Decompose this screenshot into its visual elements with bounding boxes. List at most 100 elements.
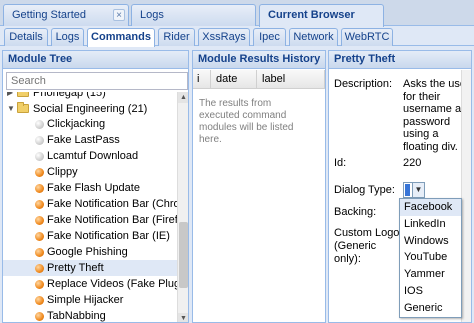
column-header-id[interactable]: i bbox=[193, 70, 211, 89]
tree-label: Fake Notification Bar (IE) bbox=[47, 230, 170, 242]
tree-scrollbar[interactable]: ▲ ▼ bbox=[177, 92, 188, 322]
tree-label: Simple Hijacker bbox=[47, 294, 124, 306]
subtab-webrtc[interactable]: WebRTC bbox=[341, 28, 393, 46]
tree-label: Clickjacking bbox=[47, 118, 106, 130]
dialog-type-select[interactable]: ▼ bbox=[403, 182, 425, 198]
tree-module-item[interactable]: Lcamtuf Download bbox=[3, 148, 177, 164]
folder-icon bbox=[17, 92, 29, 97]
select-caret bbox=[405, 184, 410, 196]
tree-folder-phonegap[interactable]: ▶ Phonegap (15) bbox=[3, 92, 177, 101]
dropdown-option[interactable]: IOS bbox=[400, 283, 461, 300]
details-scrollbar[interactable] bbox=[461, 70, 471, 322]
tree-label: Fake Notification Bar (Firefox) bbox=[47, 214, 177, 226]
module-status-orange-icon bbox=[35, 248, 44, 257]
scroll-down-icon[interactable]: ▼ bbox=[178, 313, 188, 322]
results-title: Module Results History bbox=[193, 51, 325, 69]
module-details-title: Pretty Theft bbox=[329, 51, 471, 69]
subtab-ipec[interactable]: Ipec bbox=[253, 28, 286, 46]
subtab-commands-label: Commands bbox=[91, 31, 151, 43]
description-label: Description: bbox=[334, 78, 393, 90]
subtab-rider[interactable]: Rider bbox=[158, 28, 195, 46]
tree-label: Fake LastPass bbox=[47, 134, 120, 146]
results-grid-header: i date label bbox=[193, 70, 325, 89]
search-input[interactable] bbox=[6, 72, 188, 90]
backing-label: Backing: bbox=[334, 206, 377, 218]
tab-current-browser[interactable]: Current Browser bbox=[259, 4, 384, 27]
column-header-label[interactable]: label bbox=[257, 70, 325, 89]
dropdown-option[interactable]: Generic bbox=[400, 300, 461, 317]
subtab-ipec-label: Ipec bbox=[259, 31, 280, 43]
tree-module-item[interactable]: Fake Notification Bar (Firefox) bbox=[3, 212, 177, 228]
tree-module-item[interactable]: Fake LastPass bbox=[3, 132, 177, 148]
dialog-type-dropdown: Facebook LinkedIn Windows YouTube Yammer… bbox=[399, 198, 462, 318]
tab-logs[interactable]: Logs bbox=[131, 4, 256, 26]
subtab-rider-label: Rider bbox=[163, 31, 190, 43]
tree-module-item[interactable]: Clippy bbox=[3, 164, 177, 180]
close-icon[interactable]: × bbox=[113, 9, 125, 21]
module-tree-title: Module Tree bbox=[3, 51, 188, 69]
tree-module-item[interactable]: Fake Notification Bar (IE) bbox=[3, 228, 177, 244]
module-tree-panel: Module Tree ▶ Phonegap (15) ▼ Social Eng… bbox=[2, 50, 189, 323]
tree-module-item[interactable]: Google Phishing bbox=[3, 244, 177, 260]
tree-label: Clippy bbox=[47, 166, 78, 178]
tree-label: Social Engineering (21) bbox=[33, 103, 148, 115]
tree-folder-social-engineering[interactable]: ▼ Social Engineering (21) bbox=[3, 101, 177, 117]
module-status-orange-icon bbox=[35, 312, 44, 321]
module-status-orange-icon bbox=[35, 168, 44, 177]
subtab-xssrays[interactable]: XssRays bbox=[198, 28, 250, 46]
subtab-network-label: Network bbox=[293, 31, 334, 43]
tree-label: Replace Videos (Fake Plugin) bbox=[47, 278, 177, 290]
subtab-network[interactable]: Network bbox=[289, 28, 338, 46]
module-status-orange-icon bbox=[35, 296, 44, 305]
tree-label: Phonegap (15) bbox=[33, 92, 106, 99]
dialog-type-label: Dialog Type: bbox=[334, 184, 395, 196]
module-status-orange-icon bbox=[35, 216, 44, 225]
dropdown-option[interactable]: YouTube bbox=[400, 249, 461, 266]
sub-tab-bar: Details Logs Commands Rider XssRays Ipec… bbox=[0, 27, 474, 47]
module-status-orange-icon bbox=[35, 280, 44, 289]
subtab-logs[interactable]: Logs bbox=[51, 28, 84, 46]
results-empty-message: The results from executed command module… bbox=[199, 98, 294, 145]
module-status-gray-icon bbox=[35, 136, 44, 145]
tree-module-item[interactable]: Fake Flash Update bbox=[3, 180, 177, 196]
tab-getting-started-label: Getting Started bbox=[12, 9, 86, 21]
chevron-down-icon[interactable]: ▼ bbox=[412, 183, 424, 197]
tab-current-browser-label: Current Browser bbox=[268, 9, 355, 21]
dropdown-option[interactable]: Yammer bbox=[400, 266, 461, 283]
tab-logs-label: Logs bbox=[140, 9, 164, 21]
subtab-xssrays-label: XssRays bbox=[202, 31, 246, 43]
tree-label: Fake Notification Bar (Chrome) bbox=[47, 198, 177, 210]
dropdown-option[interactable]: LinkedIn bbox=[400, 216, 461, 233]
module-status-orange-icon bbox=[35, 200, 44, 209]
subtab-details[interactable]: Details bbox=[4, 28, 48, 46]
tree-label: TabNabbing bbox=[47, 310, 106, 322]
dropdown-option[interactable]: Facebook bbox=[400, 199, 461, 216]
custom-logo-label: Custom Logo (Generic only): bbox=[334, 227, 400, 265]
column-header-date[interactable]: date bbox=[211, 70, 257, 89]
collapse-icon[interactable]: ▼ bbox=[7, 105, 15, 113]
scroll-thumb[interactable] bbox=[179, 222, 188, 288]
tree-module-item[interactable]: Replace Videos (Fake Plugin) bbox=[3, 276, 177, 292]
dropdown-option[interactable]: Windows bbox=[400, 233, 461, 250]
folder-open-icon bbox=[17, 102, 29, 113]
tree-module-item[interactable]: Clickjacking bbox=[3, 116, 177, 132]
subtab-commands[interactable]: Commands bbox=[87, 28, 155, 47]
expand-icon[interactable]: ▶ bbox=[7, 92, 13, 97]
tree-module-item-selected[interactable]: Pretty Theft bbox=[3, 260, 177, 276]
tree-module-item[interactable]: TabNabbing bbox=[3, 308, 177, 322]
tree-module-item[interactable]: Simple Hijacker bbox=[3, 292, 177, 308]
subtab-logs-label: Logs bbox=[55, 31, 80, 43]
tree-label: Google Phishing bbox=[47, 246, 128, 258]
tree-module-item[interactable]: Fake Notification Bar (Chrome) bbox=[3, 196, 177, 212]
module-status-orange-icon bbox=[35, 184, 44, 193]
top-tab-bar: Getting Started × Logs Current Browser bbox=[0, 0, 474, 27]
tree-label: Lcamtuf Download bbox=[47, 150, 139, 162]
scroll-up-icon[interactable]: ▲ bbox=[178, 92, 188, 103]
id-label: Id: bbox=[334, 157, 347, 169]
tab-getting-started[interactable]: Getting Started × bbox=[3, 4, 129, 26]
module-status-orange-icon bbox=[35, 232, 44, 241]
module-status-gray-icon bbox=[35, 152, 44, 161]
subtab-webrtc-label: WebRTC bbox=[344, 31, 390, 43]
results-panel: Module Results History i date label The … bbox=[192, 50, 326, 323]
tree-label: Pretty Theft bbox=[47, 262, 104, 274]
